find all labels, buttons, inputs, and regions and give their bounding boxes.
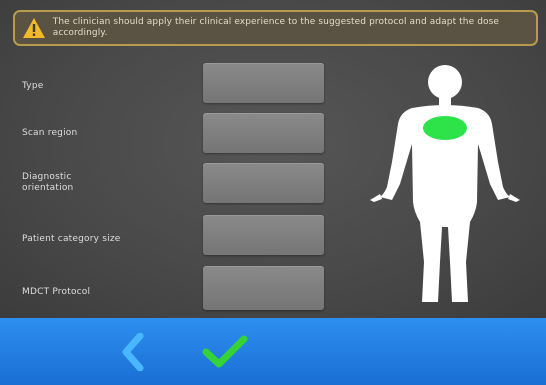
warning-banner: The clinician should apply their clinica… [13,10,538,46]
warning-text: The clinician should apply their clinica… [52,17,500,38]
scan-region-selector[interactable] [203,113,324,153]
chest-region-highlight [423,116,467,140]
mdct-protocol-label: MDCT Protocol [22,287,91,297]
mdct-protocol-selector[interactable] [203,266,324,310]
patient-size-selector[interactable] [203,215,324,255]
human-figure-icon [370,65,520,302]
type-selector[interactable] [203,63,324,103]
scan-region-label: Scan region [22,128,78,138]
bottom-toolbar [0,318,546,385]
back-button[interactable] [98,318,168,385]
checkmark-icon [202,335,248,367]
confirm-button[interactable] [190,318,260,385]
warning-icon [15,12,53,44]
diagnostic-orientation-selector[interactable] [203,163,324,203]
chevron-left-icon [122,332,144,371]
main-panel: The clinician should apply their clinica… [0,0,546,318]
type-label: Type [22,81,44,91]
patient-size-label: Patient category size [22,234,121,244]
body-map[interactable] [360,62,530,311]
diagnostic-orientation-label: Diagnostic orientation [22,172,74,193]
